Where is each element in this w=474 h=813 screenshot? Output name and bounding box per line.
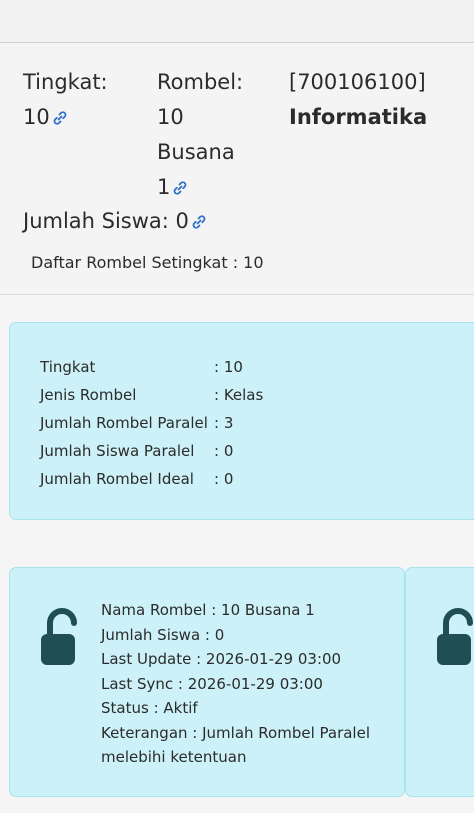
jumlah-siswa[interactable]: Jumlah Siswa: 0	[23, 209, 189, 233]
summary-key: Jenis Rombel	[40, 386, 137, 404]
rombel-label: Rombel:	[157, 70, 244, 94]
link-icon[interactable]	[172, 180, 188, 196]
summary-value: : Kelas	[214, 386, 264, 404]
tingkat-label: Tingkat:	[23, 70, 108, 94]
rombel-column: Rombel: 10 Busana 1	[157, 65, 267, 205]
rombel-keterangan: Keterangan : Jumlah Rombel Paralel meleb…	[101, 723, 370, 767]
summary-row: Jumlah Rombel Paralel : 3	[40, 413, 233, 433]
summary-row: Jumlah Rombel Ideal : 0	[40, 469, 233, 489]
tingkat-value[interactable]: 10	[23, 105, 50, 129]
tingkat-column: Tingkat: 10	[23, 65, 133, 135]
rombel-nama: Nama Rombel : 10 Busana 1	[101, 601, 315, 619]
summary-row: Jumlah Siswa Paralel : 0	[40, 441, 233, 461]
rombel-jumlah-siswa: Jumlah Siswa : 0	[101, 625, 225, 644]
rombel-last-update: Last Update : 2026-01-29 03:00	[101, 650, 342, 668]
rombel-name-line3[interactable]: 1	[157, 175, 170, 199]
mapel-code: [700106100]	[289, 70, 426, 94]
rombel-summary-card: Tingkat : 10 Jenis Rombel : Kelas Jumlah R…	[9, 322, 474, 520]
rombel-card[interactable]: Nama Rombel : 10 Busana 1 Jumlah Siswa :…	[9, 567, 405, 797]
summary-value: : 3	[214, 414, 234, 432]
link-icon[interactable]	[191, 214, 207, 230]
summary-key: Tingkat	[40, 358, 96, 376]
daftar-rombel-title: Daftar Rombel Setingkat : 10	[31, 253, 264, 272]
rombel-last-sync: Last Sync : 2026-01-29 03:00	[101, 674, 323, 693]
unlock-icon	[41, 608, 77, 665]
link-icon[interactable]	[52, 110, 68, 126]
mapel-column: [700106100] Informatika	[289, 65, 474, 135]
mapel-name: Informatika	[289, 105, 428, 129]
summary-value: : 0	[214, 470, 234, 488]
summary-row: Tingkat : 10	[40, 357, 243, 377]
summary-key: Jumlah Rombel Paralel	[40, 414, 208, 432]
summary-key: Jumlah Rombel Ideal	[40, 470, 194, 488]
unlock-icon	[437, 608, 473, 665]
rombel-name-line1: 10	[157, 105, 184, 129]
summary-value: : 0	[214, 442, 234, 460]
tingkat-value-link[interactable]: 10	[23, 105, 68, 129]
rombel-header: Tingkat: 10 Rombel: 10 Busana 1 [7001061…	[0, 43, 474, 295]
summary-row: Jenis Rombel : Kelas	[40, 385, 263, 405]
rombel-name-line2: Busana	[157, 140, 235, 164]
jumlah-siswa-link[interactable]: Jumlah Siswa: 0	[23, 201, 207, 241]
rombel-value-link[interactable]: 1	[157, 175, 188, 199]
summary-value: : 10	[214, 358, 243, 376]
top-bar	[0, 0, 474, 43]
rombel-status: Status : Aktif	[101, 699, 198, 717]
rombel-card-details: Nama Rombel : 10 Busana 1 Jumlah Siswa :…	[101, 598, 391, 770]
rombel-card-next[interactable]	[405, 567, 474, 797]
summary-key: Jumlah Siswa Paralel	[40, 442, 195, 460]
